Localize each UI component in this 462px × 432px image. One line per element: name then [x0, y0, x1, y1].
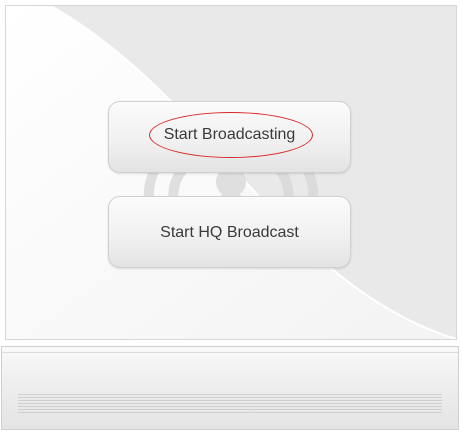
start-hq-broadcast-button[interactable]: Start HQ Broadcast — [108, 196, 351, 268]
broadcast-window: Start Broadcasting Start HQ Broadcast — [0, 0, 462, 432]
start-hq-broadcast-label: Start HQ Broadcast — [160, 224, 299, 241]
status-bar-grip-lines — [18, 394, 442, 414]
start-broadcasting-button[interactable]: Start Broadcasting — [108, 101, 351, 173]
status-bar-divider — [2, 352, 458, 353]
start-broadcasting-label: Start Broadcasting — [163, 126, 296, 143]
bottom-status-bar — [1, 346, 459, 430]
broadcast-panel: Start Broadcasting Start HQ Broadcast — [5, 5, 457, 340]
